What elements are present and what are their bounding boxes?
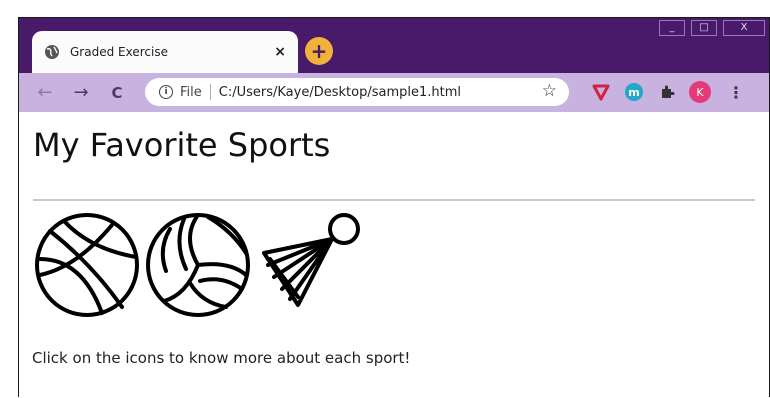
new-tab-button[interactable]: +	[305, 37, 333, 65]
address-bar[interactable]: i File C:/Users/Kaye/Desktop/sample1.htm…	[145, 78, 569, 106]
tab-graded-exercise[interactable]: Graded Exercise ×	[32, 31, 298, 73]
url-text[interactable]: C:/Users/Kaye/Desktop/sample1.html	[219, 85, 461, 100]
close-window-button[interactable]: X	[723, 20, 765, 36]
tab-close-icon[interactable]: ×	[274, 44, 286, 60]
reload-icon[interactable]: C	[107, 84, 127, 102]
browser-window: _ □ X Graded Exercise × + ← → C i File C…	[18, 17, 770, 398]
horizontal-rule	[33, 199, 755, 201]
m-extension-icon[interactable]: m	[623, 81, 645, 103]
info-icon[interactable]: i	[159, 85, 173, 99]
page-title: My Favorite Sports	[33, 126, 331, 164]
minimize-button[interactable]: _	[659, 20, 685, 36]
badminton-shuttlecock-icon[interactable]	[254, 209, 366, 321]
back-icon[interactable]: ←	[35, 82, 55, 103]
window-controls: _ □ X	[659, 20, 765, 36]
title-bar: _ □ X Graded Exercise × +	[19, 18, 769, 73]
browser-toolbar: ← → C i File C:/Users/Kaye/Desktop/sampl…	[19, 73, 769, 112]
puzzle-extensions-icon[interactable]	[656, 81, 678, 103]
sport-icons	[32, 209, 366, 321]
avatar-letter: K	[689, 81, 711, 103]
bookmark-star-icon[interactable]: ☆	[542, 81, 557, 101]
volleyball-icon[interactable]	[142, 209, 254, 321]
maximize-button[interactable]: □	[691, 20, 717, 36]
kebab-menu-icon: ⋮	[728, 82, 744, 102]
profile-avatar[interactable]: K	[689, 81, 711, 103]
file-label: File	[180, 84, 202, 100]
globe-icon	[45, 45, 59, 59]
divider	[209, 84, 211, 100]
instruction-text: Click on the icons to know more about ea…	[32, 349, 411, 367]
basketball-icon[interactable]	[32, 209, 142, 321]
m-extension-badge: m	[625, 83, 643, 101]
page-content: My Favorite Sports Click on the icons to…	[19, 112, 769, 398]
tab-title: Graded Exercise	[70, 45, 168, 59]
shield-icon	[592, 84, 610, 101]
menu-icon[interactable]: ⋮	[725, 81, 747, 103]
shield-extension-icon[interactable]	[590, 81, 612, 103]
puzzle-icon	[662, 85, 675, 98]
forward-icon[interactable]: →	[71, 82, 91, 103]
